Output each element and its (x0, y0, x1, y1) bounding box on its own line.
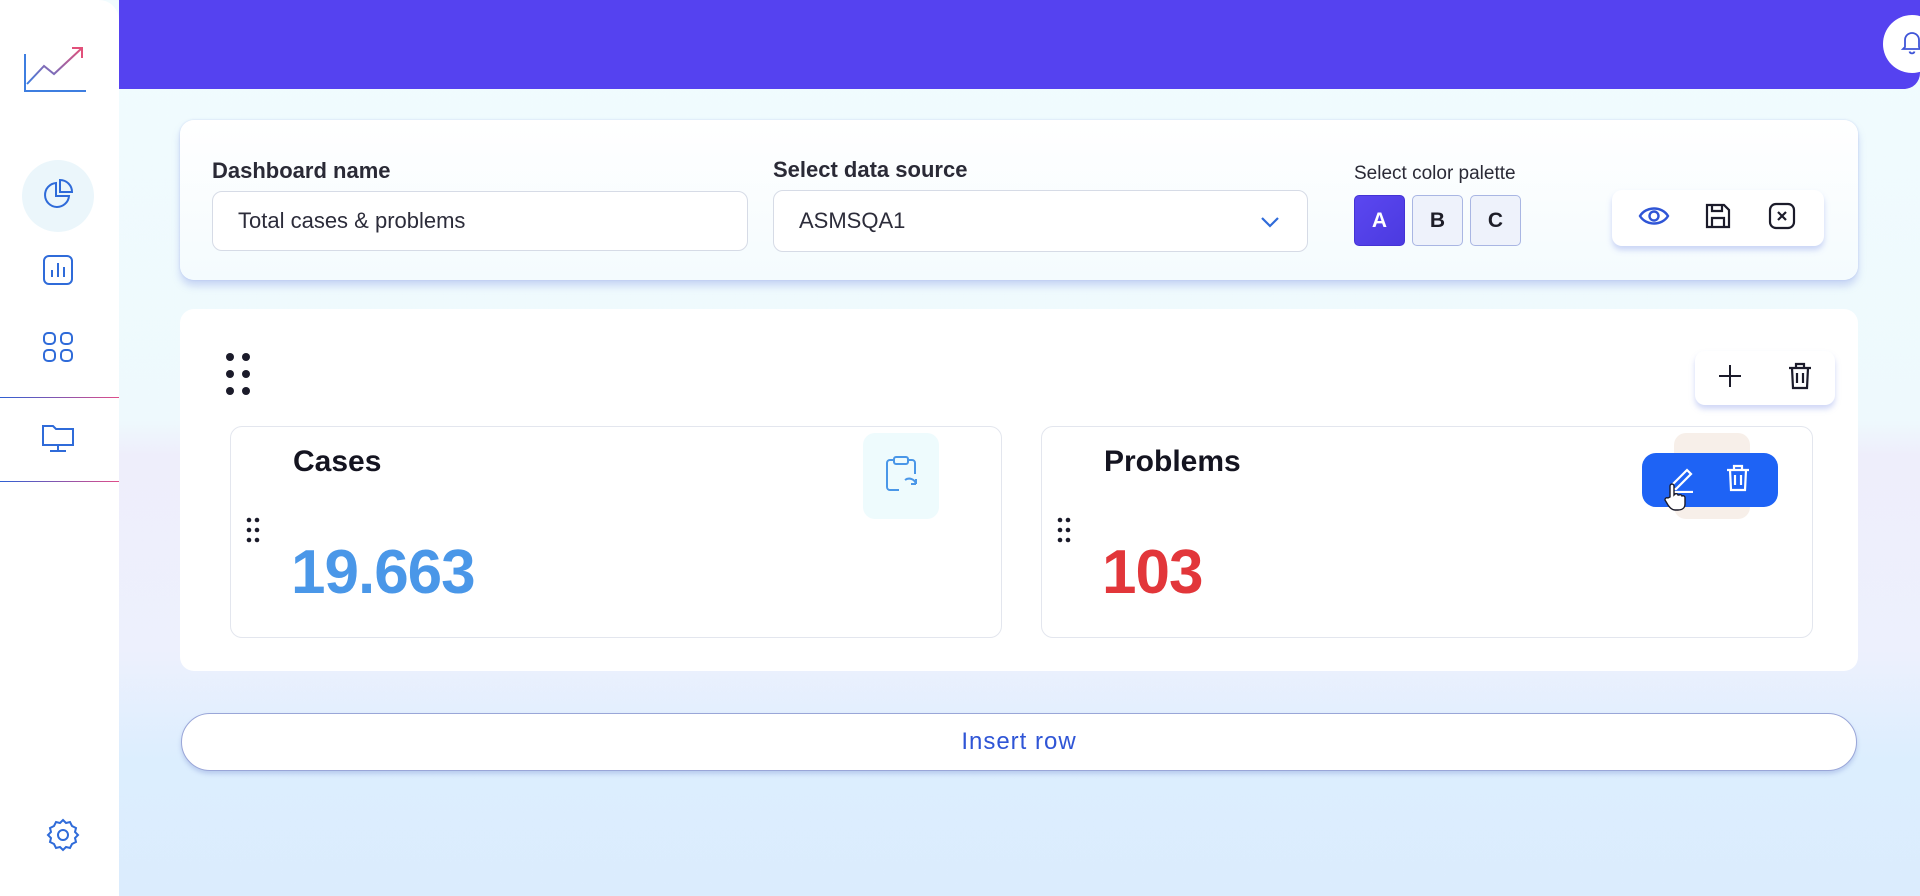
kpi-title: Problems (1104, 445, 1241, 478)
grid-icon (41, 330, 75, 369)
bar-chart-icon (41, 253, 75, 292)
row-actions (1695, 351, 1835, 405)
nav-divider-bottom (0, 481, 119, 482)
kpi-title: Cases (293, 445, 382, 478)
data-source-select[interactable]: ASMSQA1 (773, 190, 1308, 252)
notifications-button[interactable] (1883, 15, 1920, 73)
kpi-drag-handle[interactable] (1056, 517, 1072, 543)
eye-icon (1638, 204, 1670, 233)
sidebar-item-widgets[interactable] (22, 313, 94, 385)
trash-icon (1725, 463, 1751, 498)
add-widget-button[interactable] (1710, 358, 1750, 398)
kpi-drag-handle[interactable] (245, 517, 261, 543)
sidebar (0, 0, 119, 896)
palette-option-c[interactable]: C (1470, 195, 1521, 246)
pie-chart-icon (41, 177, 75, 216)
trend-logo[interactable] (22, 44, 88, 94)
close-button[interactable] (1762, 198, 1802, 238)
dashboard-name-field[interactable]: Total cases & problems (212, 191, 748, 251)
palette-option-b[interactable]: B (1412, 195, 1463, 246)
sidebar-item-data[interactable] (22, 398, 94, 480)
kpi-value: 103 (1102, 538, 1203, 607)
sidebar-item-dashboards[interactable] (22, 160, 94, 232)
kpi-icon-box (863, 433, 939, 519)
dashboard-actions (1612, 190, 1824, 246)
plus-icon (1717, 363, 1743, 394)
chevron-down-icon (1259, 211, 1281, 239)
data-source-value: ASMSQA1 (799, 208, 906, 233)
close-square-icon (1767, 201, 1797, 236)
save-icon (1703, 201, 1733, 236)
palette-option-a[interactable]: A (1354, 195, 1405, 246)
kpi-card-cases[interactable]: Cases 19.663 (230, 426, 1002, 638)
bell-icon (1898, 28, 1920, 61)
dashboard-row: Cases 19.663 Problems 103 (180, 309, 1858, 671)
settings-button[interactable] (45, 817, 83, 855)
save-button[interactable] (1698, 198, 1738, 238)
kpi-value: 19.663 (291, 538, 476, 607)
preview-button[interactable] (1634, 198, 1674, 238)
widget-edit-menu (1642, 453, 1778, 507)
delete-row-button[interactable] (1780, 358, 1820, 398)
sidebar-item-charts[interactable] (22, 236, 94, 308)
dashboard-name-value: Total cases & problems (238, 208, 466, 233)
drag-handle-icon (222, 353, 254, 401)
hand-cursor-icon (1664, 483, 1686, 511)
dashboard-config-panel: Dashboard name Total cases & problems Se… (180, 120, 1858, 280)
trash-icon (1787, 361, 1813, 396)
dashboard-name-label: Dashboard name (212, 158, 391, 183)
monitor-folder-icon (40, 420, 76, 459)
insert-row-button[interactable]: Insert row (181, 713, 1857, 771)
row-drag-handle[interactable] (222, 351, 254, 397)
top-bar: CA (119, 0, 1920, 89)
delete-widget-button[interactable] (1720, 462, 1756, 498)
palette-label: Select color palette (1354, 163, 1516, 184)
gear-icon (45, 818, 81, 857)
data-source-label: Select data source (773, 157, 968, 182)
clipboard-refresh-icon (883, 454, 919, 499)
